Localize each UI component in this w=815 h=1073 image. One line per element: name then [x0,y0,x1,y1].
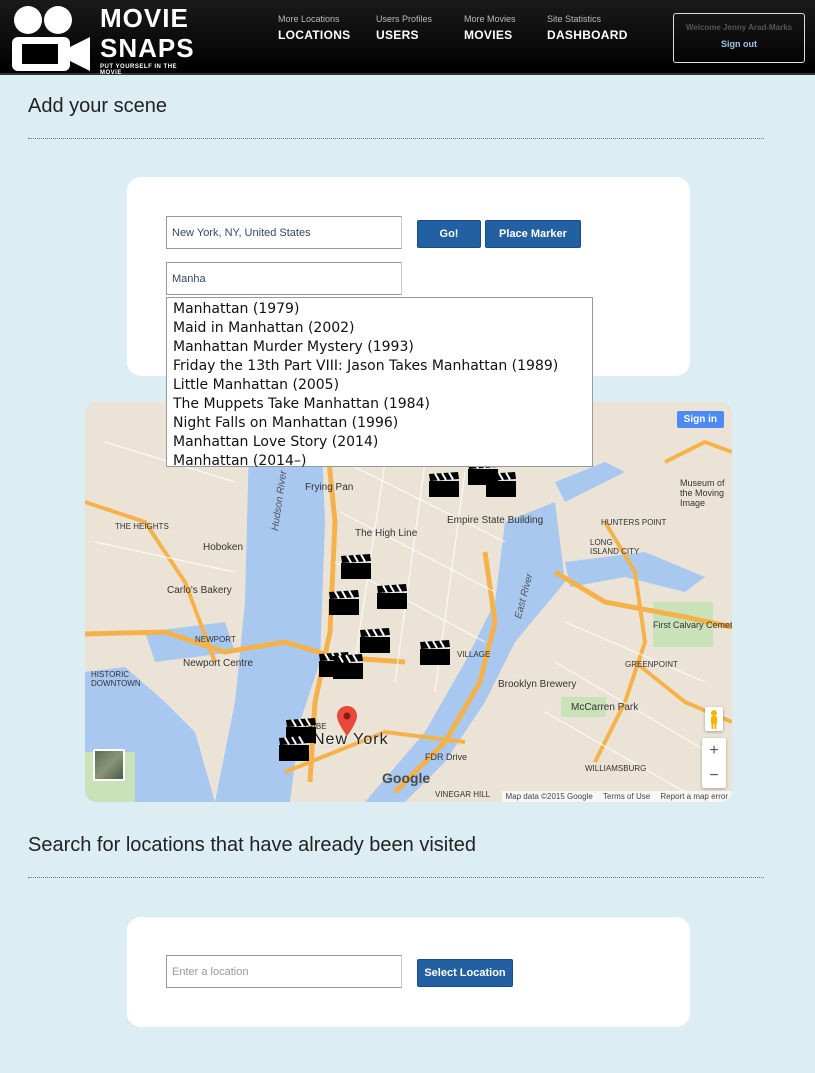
suggestion-item[interactable]: Manhattan (1979) [167,300,592,319]
suggestion-item[interactable]: Manhattan Murder Mystery (1993) [167,338,592,357]
map-attribution: Map data ©2015 Google Terms of Use Repor… [501,791,732,802]
add-scene-title: Add your scene [28,95,167,117]
suggestion-item[interactable]: Maid in Manhattan (2002) [167,319,592,338]
suggestion-item[interactable]: Manhattan (2014–) [167,452,592,471]
logo[interactable]: MOVIE SNAPS PUT YOURSELF IN THE MOVIE [8,3,198,76]
logo-text: MOVIE SNAPS PUT YOURSELF IN THE MOVIE [100,5,198,76]
nav-locations-sub: More Locations [278,14,340,24]
map-label: VILLAGE [457,650,491,659]
search-title: Search for locations that have already b… [28,834,477,856]
clapperboard-marker-icon[interactable] [328,590,360,616]
zoom-out-button[interactable]: − [702,763,726,788]
map-label: Carlo's Bakery [167,585,232,596]
map-label: THE HEIGHTS [115,522,169,531]
logo-title-line2: SNAPS [100,33,195,63]
place-marker-button[interactable]: Place Marker [485,220,581,248]
clapperboard-marker-icon[interactable] [332,654,364,680]
welcome-text: Welcome Jenny Arad-Marks [685,23,793,32]
camera-logo-icon [12,6,90,71]
map-label: The High Line [355,528,418,539]
map-label: Empire State Building [447,515,544,526]
section-divider [28,138,764,139]
nav-dashboard[interactable]: Site Statistics DASHBOARD [547,14,628,42]
map-label: First Calvary Cemetery [653,620,732,630]
nav-users-sub: Users Profiles [376,14,433,24]
map-sign-in-button[interactable]: Sign in [676,411,724,428]
movie-suggestions-dropdown: Manhattan (1979) Maid in Manhattan (2002… [166,297,593,469]
suggestion-item[interactable]: Friday the 13th Part VIII: Jason Takes M… [167,357,592,376]
top-navbar: MOVIE SNAPS PUT YOURSELF IN THE MOVIE Mo… [0,0,815,76]
suggestion-item[interactable]: Little Manhattan (2005) [167,376,592,395]
nav-users[interactable]: Users Profiles USERS [376,14,432,42]
map-label: FDR Drive [425,752,467,762]
map-label: GREENPOINT [625,660,678,669]
map-label: VINEGAR HILL [435,790,491,799]
zoom-controls: + − [702,738,726,788]
suggestion-item[interactable]: Manhattan Love Story (2014) [167,433,592,452]
location-input[interactable] [166,216,402,249]
google-logo: Google [382,770,431,786]
suggestion-item[interactable]: The Muppets Take Manhattan (1984) [167,395,592,414]
nav-dashboard-label: DASHBOARD [547,28,628,42]
clapperboard-marker-icon[interactable] [419,640,451,666]
suggestion-item[interactable]: Night Falls on Manhattan (1996) [167,414,592,433]
clapperboard-marker-icon[interactable] [278,736,310,762]
go-button[interactable]: Go! [417,220,481,248]
map-pin-icon[interactable] [337,706,357,736]
map-label: Brooklyn Brewery [498,679,577,690]
terms-of-use-link[interactable]: Terms of Use [603,792,650,801]
search-location-input[interactable] [166,955,402,988]
select-location-button[interactable]: Select Location [417,959,513,987]
sign-out-link[interactable]: Sign out [674,39,804,49]
logo-tagline: PUT YOURSELF IN THE MOVIE [100,64,178,76]
movie-input[interactable] [166,262,402,295]
nav-movies[interactable]: More Movies MOVIES [464,14,516,42]
section-divider [28,877,764,878]
street-view-pegman-icon[interactable] [705,707,723,731]
logo-title-line1: MOVIE [100,3,189,33]
map-label: Hoboken [203,542,244,553]
map-label: HUNTERS POINT [601,518,667,527]
clapperboard-marker-icon[interactable] [428,472,460,498]
map-label: HISTORIC DOWNTOWN [91,670,141,688]
nav-dashboard-sub: Site Statistics [547,14,602,24]
map-label: Museum of the Moving Image [680,478,725,508]
nav-movies-label: MOVIES [464,28,513,42]
map-label: Frying Pan [305,482,354,493]
clapperboard-marker-icon[interactable] [376,584,408,610]
map-label: WILLIAMSBURG [585,764,647,773]
nav-movies-sub: More Movies [464,14,516,24]
nav-locations[interactable]: More Locations LOCATIONS [278,14,350,42]
user-box: Welcome Jenny Arad-Marks Sign out [673,13,805,63]
map-label: Newport Centre [183,658,254,669]
zoom-in-button[interactable]: + [702,738,726,763]
map-data-text: Map data ©2015 Google [505,792,593,801]
satellite-toggle[interactable] [93,749,125,781]
map-label: McCarren Park [571,702,639,713]
clapperboard-marker-icon[interactable] [359,628,391,654]
clapperboard-marker-icon[interactable] [340,554,372,580]
report-map-error-link[interactable]: Report a map error [660,792,728,801]
nav-locations-label: LOCATIONS [278,28,351,42]
nav-users-label: USERS [376,28,419,42]
map-label: LONG ISLAND CITY [590,538,640,556]
map-label: NEWPORT [195,635,236,644]
